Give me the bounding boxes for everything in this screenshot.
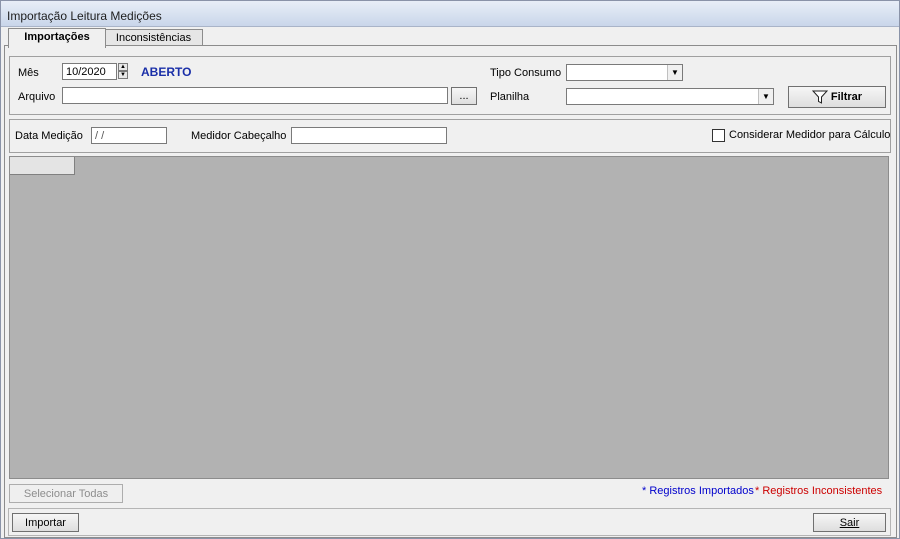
mes-label: Mês	[18, 67, 39, 79]
chevron-down-icon[interactable]: ▼	[758, 89, 773, 104]
planilha-select[interactable]: ▼	[566, 88, 774, 105]
spin-up-icon[interactable]: ▲	[118, 63, 128, 71]
tab-label: Importações	[24, 31, 90, 43]
filtrar-label: Filtrar	[830, 91, 863, 103]
legend-inconsistent: * Registros Inconsistentes	[755, 485, 883, 497]
filtrar-button[interactable]: Filtrar	[788, 86, 886, 108]
medidor-cabecalho-input[interactable]	[291, 127, 447, 144]
mes-input[interactable]: 10/2020	[62, 63, 117, 80]
data-medicao-input[interactable]: / /	[91, 127, 167, 144]
data-grid[interactable]	[9, 156, 889, 479]
measure-group: Data Medição / / Medidor Cabeçalho Consi…	[9, 119, 891, 153]
considerar-label[interactable]: Considerar Medidor para Cálculo	[729, 129, 890, 141]
main-window: Importação Leitura Medições Importações …	[0, 0, 900, 539]
importar-button[interactable]: Importar	[12, 513, 79, 532]
browse-button[interactable]: ...	[451, 87, 477, 105]
window-title: Importação Leitura Medições	[7, 9, 162, 23]
spin-down-icon[interactable]: ▼	[118, 71, 128, 79]
filter-group: Mês 10/2020 ▲ ▼ ABERTO Arquivo ... Tipo …	[9, 56, 891, 115]
action-bar: Importar Sair	[8, 508, 891, 536]
tab-importacoes[interactable]: Importações	[8, 28, 106, 48]
data-medicao-label: Data Medição	[15, 130, 83, 142]
title-bar: Importação Leitura Medições	[1, 1, 899, 27]
tipo-consumo-label: Tipo Consumo	[490, 67, 562, 79]
arquivo-label: Arquivo	[18, 91, 56, 103]
funnel-icon	[811, 90, 828, 104]
chevron-down-icon[interactable]: ▼	[667, 65, 682, 80]
sair-button[interactable]: Sair	[813, 513, 886, 532]
tipo-consumo-select[interactable]: ▼	[566, 64, 683, 81]
selecionar-todas-button[interactable]: Selecionar Todas	[9, 484, 123, 503]
tab-label: Inconsistências	[115, 32, 192, 44]
planilha-label: Planilha	[490, 91, 530, 103]
status-label: ABERTO	[141, 65, 192, 79]
considerar-checkbox[interactable]	[712, 129, 725, 142]
grid-column-header[interactable]	[10, 157, 75, 175]
mes-spinner[interactable]: ▲ ▼	[118, 63, 128, 81]
medidor-cabecalho-label: Medidor Cabeçalho	[191, 130, 287, 142]
arquivo-input[interactable]	[62, 87, 448, 104]
legend-imported: * Registros Importados	[642, 485, 754, 497]
